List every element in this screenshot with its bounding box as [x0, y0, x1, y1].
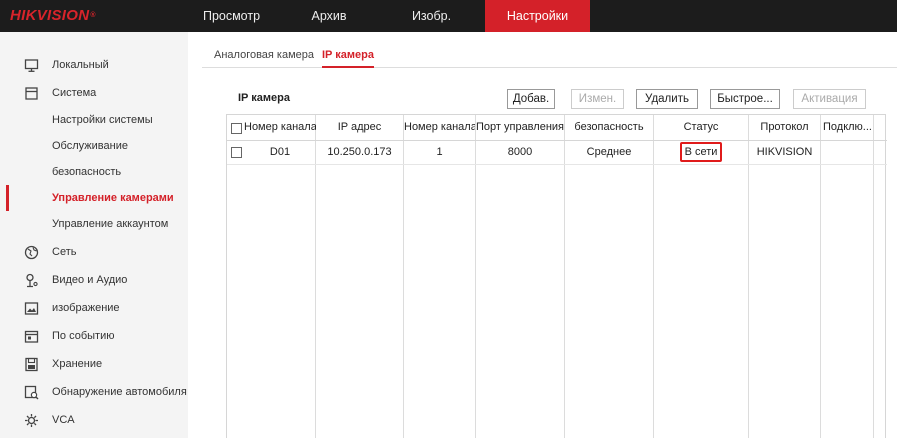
- sidebar-item-system-settings[interactable]: Настройки системы: [0, 107, 188, 133]
- cell-protocol: HIKVISION: [756, 146, 813, 158]
- sidebar-item-maintenance[interactable]: Обслуживание: [0, 133, 188, 159]
- globe-icon: [24, 245, 39, 260]
- vca-icon: [25, 414, 38, 427]
- nav-live-view[interactable]: Просмотр: [183, 0, 280, 32]
- tab-ip-camera[interactable]: IP камера: [322, 44, 374, 68]
- header-channel: Номер канала: [244, 121, 316, 133]
- header-security: безопасность: [574, 121, 644, 133]
- cell-status: В сети: [654, 140, 748, 164]
- cell-channel: D01: [269, 146, 291, 158]
- tab-bar: Аналоговая камера IP камера: [202, 44, 897, 68]
- sidebar-item-user-management[interactable]: Управление аккаунтом: [0, 211, 188, 237]
- cell-management-port: 8000: [507, 146, 533, 158]
- system-icon: [25, 87, 38, 100]
- row-divider: [227, 164, 887, 165]
- add-button[interactable]: Добав.: [507, 89, 555, 109]
- header-ip-address: IP адрес: [337, 121, 382, 133]
- row-checkbox[interactable]: [231, 147, 242, 158]
- sidebar-item-vca[interactable]: VCA: [0, 407, 188, 433]
- sidebar-item-image[interactable]: изображение: [0, 295, 188, 321]
- ip-camera-table: Номер канала IP адрес Номер канала Порт …: [226, 114, 887, 438]
- top-nav: Просмотр Архив Изобр. Настройки: [183, 0, 590, 32]
- activate-button[interactable]: Активация: [793, 89, 866, 109]
- monitor-icon: [24, 59, 39, 72]
- cell-security: Среднее: [586, 146, 632, 158]
- cell-ip-address: 10.250.0.173: [327, 146, 392, 158]
- header-management-port: Порт управления: [476, 121, 564, 133]
- nav-picture[interactable]: Изобр.: [378, 0, 485, 32]
- sidebar-item-local[interactable]: Локальный: [0, 52, 188, 78]
- sidebar-item-system[interactable]: Система: [0, 80, 188, 106]
- header-channel-no: Номер канала: [404, 121, 475, 133]
- cell-channel-no: 1: [436, 146, 443, 158]
- sidebar-item-network[interactable]: Сеть: [0, 239, 188, 265]
- sidebar-item-video-audio[interactable]: Видео и Аудио: [0, 267, 188, 293]
- header-status: Статус: [683, 121, 719, 133]
- section-title: IP камера: [238, 92, 290, 104]
- nav-playback[interactable]: Архив: [280, 0, 378, 32]
- status-badge: В сети: [679, 142, 723, 162]
- header-protocol: Протокол: [760, 121, 809, 133]
- sidebar-item-vehicle-detection[interactable]: Обнаружение автомобиля: [0, 379, 188, 405]
- brand-logo: HIKVISION®: [10, 7, 96, 24]
- cell-connection: [821, 140, 873, 164]
- sidebar-item-storage[interactable]: Хранение: [0, 351, 188, 377]
- image-icon: [24, 302, 39, 315]
- quick-add-button[interactable]: Быстрое...: [710, 89, 780, 109]
- video-audio-icon: [26, 273, 38, 288]
- tab-analog-camera[interactable]: Аналоговая камера: [214, 44, 314, 68]
- select-all-checkbox[interactable]: [231, 123, 242, 134]
- nav-configuration[interactable]: Настройки: [485, 0, 590, 32]
- event-icon: [24, 330, 39, 343]
- top-bar: HIKVISION® Просмотр Архив Изобр. Настрой…: [0, 0, 897, 32]
- delete-button[interactable]: Удалить: [636, 89, 698, 109]
- vehicle-detection-icon: [24, 385, 39, 400]
- sidebar-item-security[interactable]: безопасность: [0, 159, 188, 185]
- sidebar-item-event[interactable]: По событию: [0, 323, 188, 349]
- edit-button[interactable]: Измен.: [571, 89, 624, 109]
- sidebar: Локальный Система Настройки системы Обсл…: [0, 32, 188, 438]
- header-connection: Подклю...: [823, 121, 872, 133]
- storage-icon: [25, 357, 38, 372]
- sidebar-item-camera-management[interactable]: Управление камерами: [0, 185, 188, 211]
